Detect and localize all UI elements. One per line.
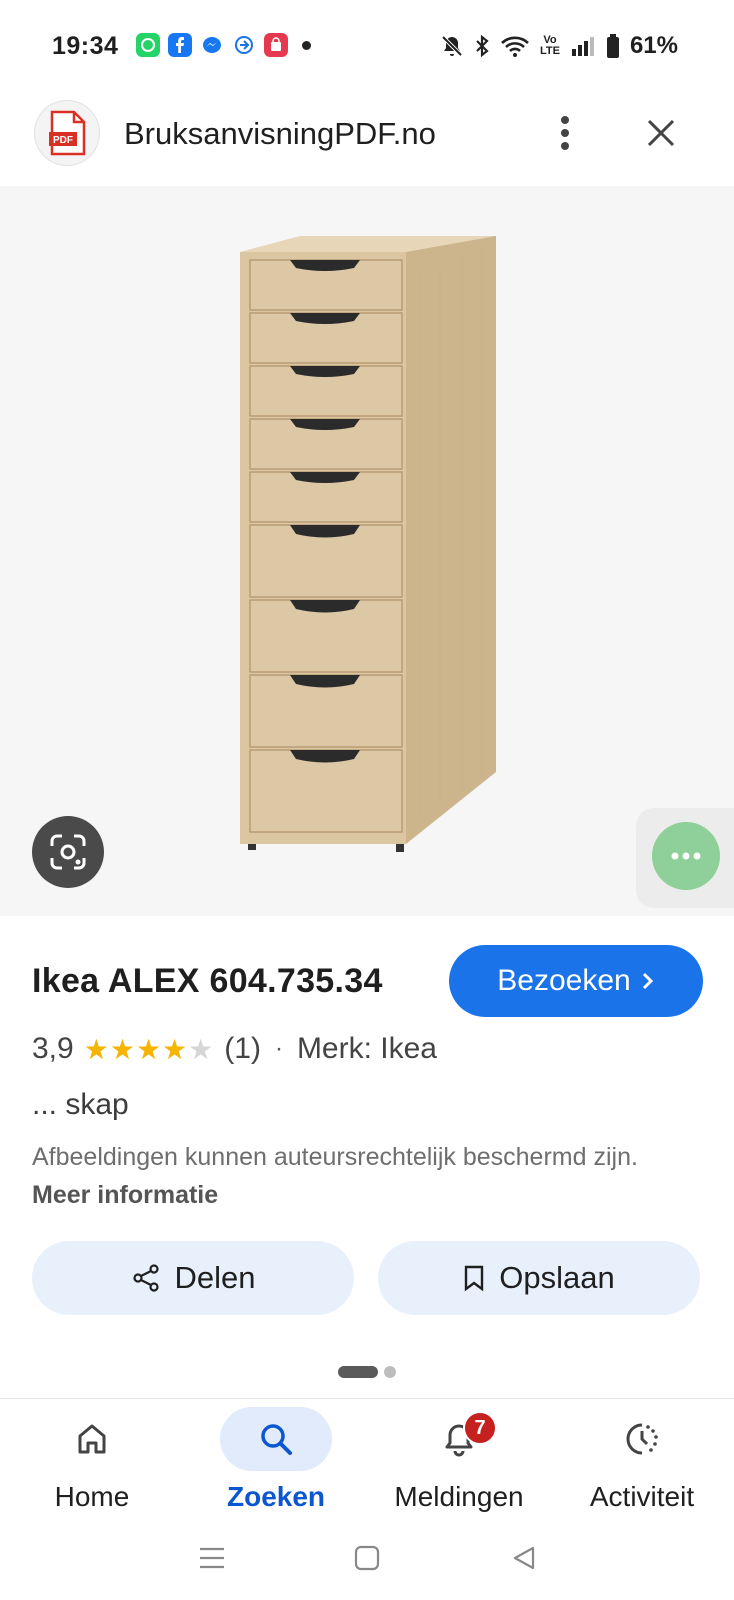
volte-indicator: Vo LTE — [539, 34, 560, 57]
product-category: ... skap — [32, 1088, 129, 1121]
page-dot — [384, 1366, 396, 1378]
bookmark-icon — [465, 1265, 484, 1292]
visit-button-label: Bezoeken — [497, 964, 631, 997]
mute-icon — [441, 35, 463, 57]
share-button[interactable]: Delen — [32, 1241, 354, 1315]
more-actions-button[interactable] — [652, 822, 720, 890]
battery-percent: 61% — [629, 32, 678, 59]
nav-label-search: Zoeken — [226, 1481, 326, 1512]
app-icon — [232, 33, 256, 57]
shopping-icon — [264, 33, 288, 57]
svg-text:PDF: PDF — [53, 135, 73, 146]
nav-label-notifications: Meldingen — [394, 1481, 524, 1512]
notification-badge: 7 — [463, 1411, 497, 1445]
star-empty-icon: ★ — [188, 1033, 215, 1065]
status-bar: 19:34 Vo LTE 61% — [0, 0, 734, 92]
site-logo: PDF — [34, 100, 100, 166]
save-label: Opslaan — [499, 1260, 615, 1295]
product-title: Ikea ALEX 604.735.34 — [32, 962, 383, 1000]
bluetooth-icon — [476, 34, 489, 58]
rating-row: 3,9 ★ ★ ★ ★ ★ (1) · Merk: Ikea — [32, 1032, 437, 1066]
copyright-notice: Afbeeldingen kunnen auteursrechtelijk be… — [32, 1138, 672, 1214]
page-indicator — [338, 1366, 396, 1378]
system-status: Vo LTE 61% — [440, 32, 678, 60]
more-notifications-dot — [302, 40, 311, 50]
brand: Merk: Ikea — [296, 1032, 437, 1065]
star-icon: ★ — [135, 1033, 163, 1065]
visit-button[interactable]: Bezoeken — [449, 945, 703, 1017]
share-label: Delen — [174, 1260, 256, 1295]
home-system-button[interactable] — [347, 1538, 387, 1578]
nav-activity[interactable]: Activiteit — [550, 1399, 734, 1521]
search-icon — [261, 1424, 292, 1455]
save-button[interactable]: Opslaan — [378, 1241, 700, 1315]
star-icon: ★ — [162, 1033, 189, 1065]
recents-icon — [200, 1547, 224, 1569]
more-horiz-icon — [671, 852, 701, 860]
page-dot-active — [338, 1366, 378, 1378]
star-icon: ★ — [109, 1033, 136, 1065]
nav-notifications[interactable]: 7 Meldingen — [367, 1399, 551, 1521]
close-button[interactable] — [636, 108, 686, 158]
whatsapp-icon — [136, 33, 160, 57]
google-lens-icon — [50, 834, 86, 870]
notification-icons — [136, 33, 311, 57]
status-time: 19:34 — [52, 32, 119, 60]
more-vert-icon — [561, 116, 569, 150]
drawer-cabinet-image — [240, 236, 496, 852]
nav-home[interactable]: Home — [0, 1399, 184, 1521]
rating-value: 3,9 — [32, 1032, 74, 1065]
nav-label-activity: Activiteit — [589, 1481, 695, 1512]
rating-count: (1) — [224, 1032, 261, 1065]
pdf-file-icon: PDF — [49, 110, 86, 156]
messenger-icon — [200, 33, 224, 57]
separator: · — [274, 1035, 283, 1062]
back-button[interactable] — [504, 1538, 544, 1578]
more-options-button[interactable] — [540, 108, 590, 158]
share-icon — [132, 1264, 159, 1292]
activity-icon — [626, 1423, 658, 1455]
back-triangle-icon — [513, 1546, 535, 1570]
drawer-fronts — [249, 259, 403, 833]
lens-search-button[interactable] — [32, 816, 104, 888]
facebook-icon — [168, 33, 192, 57]
wifi-icon — [501, 36, 529, 57]
site-header: PDF BruksanvisningPDF.no — [0, 92, 734, 182]
close-icon — [647, 119, 675, 147]
bottom-navigation: Home Zoeken 7 Meldingen Activiteit — [0, 1398, 734, 1520]
copyright-text: Afbeeldingen kunnen auteursrechtelijk be… — [32, 1143, 638, 1171]
rating-stars: ★ ★ ★ ★ ★ — [84, 1033, 215, 1066]
nav-search[interactable]: Zoeken — [184, 1399, 368, 1521]
system-navigation — [0, 1520, 734, 1600]
battery-icon — [606, 34, 619, 58]
product-image[interactable] — [0, 186, 734, 916]
more-info-link[interactable]: Meer informatie — [32, 1181, 218, 1209]
chevron-right-icon — [642, 972, 653, 990]
site-name: BruksanvisningPDF.no — [124, 116, 436, 151]
nav-label-home: Home — [54, 1481, 130, 1512]
square-home-icon — [354, 1545, 380, 1571]
signal-icon — [571, 37, 594, 56]
home-icon — [78, 1424, 106, 1454]
recents-button[interactable] — [192, 1538, 232, 1578]
star-icon: ★ — [83, 1033, 110, 1065]
